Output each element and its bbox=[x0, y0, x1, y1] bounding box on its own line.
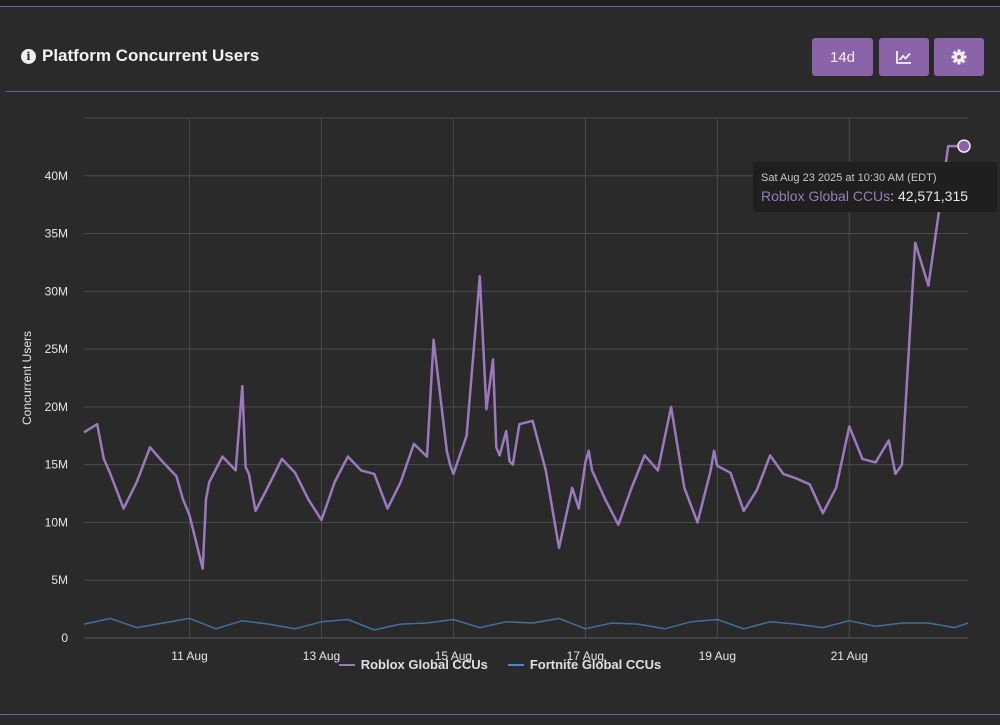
y-tick-label: 40M bbox=[45, 169, 68, 183]
legend-item-roblox[interactable]: Roblox Global CCUs bbox=[338, 657, 488, 672]
fortnite-series-line bbox=[83, 617, 969, 631]
legend-label-roblox: Roblox Global CCUs bbox=[360, 657, 488, 672]
hover-point bbox=[957, 139, 971, 153]
bottom-border bbox=[0, 714, 1000, 715]
legend-swatch-fortnite bbox=[507, 663, 524, 666]
y-tick-label: 5M bbox=[51, 573, 68, 587]
tooltip-value: 42,571,315 bbox=[897, 188, 969, 204]
y-tick-label: 30M bbox=[45, 284, 68, 298]
y-tick-label: 20M bbox=[45, 400, 68, 414]
tooltip-date: Sat Aug 23 2025 at 10:30 AM (EDT) bbox=[761, 172, 937, 184]
y-axis-ticks: 0 5M 10M 15M 20M 25M 30M 35M 40M bbox=[45, 169, 69, 645]
tooltip-value-line: Roblox Global CCUs: 42,571,315 bbox=[761, 188, 969, 204]
series-lines bbox=[83, 139, 971, 631]
legend-label-fortnite: Fortnite Global CCUs bbox=[529, 657, 662, 672]
y-tick-label: 0 bbox=[61, 631, 68, 645]
y-tick-label: 15M bbox=[45, 458, 68, 472]
y-tick-label: 25M bbox=[45, 342, 68, 356]
hover-tooltip: Sat Aug 23 2025 at 10:30 AM (EDT) Roblox… bbox=[753, 162, 997, 212]
legend-swatch-roblox bbox=[338, 663, 355, 666]
line-chart: 05M10M15M20M25M30M35M40M 11 Aug 13 Aug 15 … bbox=[20, 117, 971, 663]
legend-item-fortnite[interactable]: Fortnite Global CCUs bbox=[507, 657, 662, 672]
y-tick-label: 10M bbox=[45, 515, 68, 529]
y-axis-label: Concurrent Users bbox=[20, 331, 34, 425]
chart-legend: Roblox Global CCUs Fortnite Global CCUs bbox=[0, 657, 1000, 672]
tooltip-series: Roblox Global CCUs bbox=[761, 188, 891, 204]
y-tick-label: 35M bbox=[45, 227, 68, 241]
